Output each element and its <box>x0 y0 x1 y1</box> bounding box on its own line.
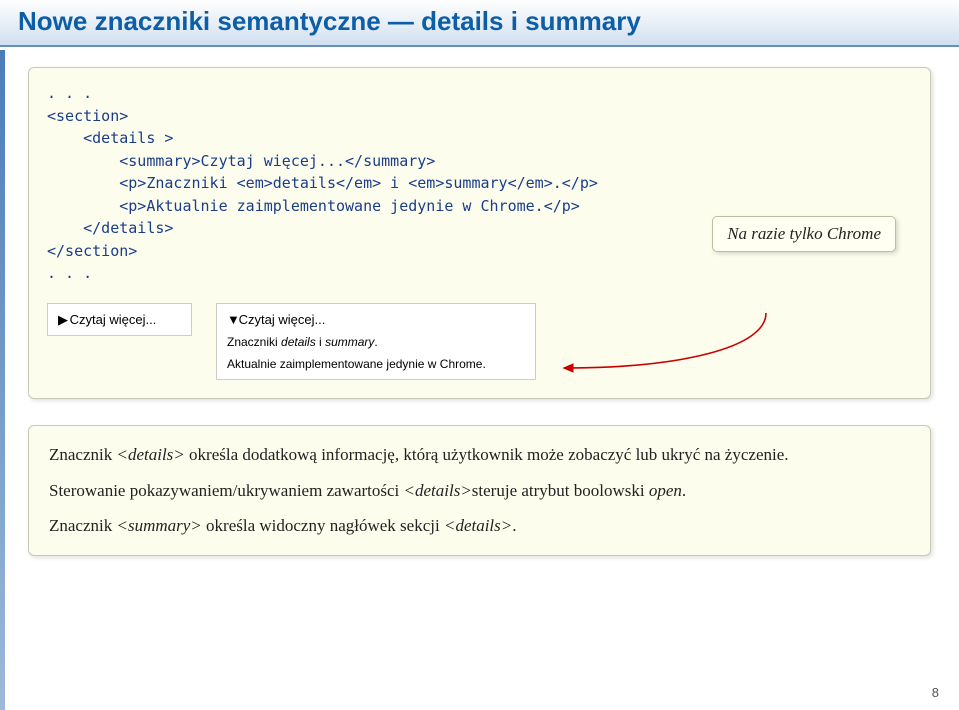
code-line: <p>Aktualnie zaimplementowane jedynie w … <box>47 197 580 215</box>
info-p2: Sterowanie pokazywaniem/ukrywaniem zawar… <box>49 478 910 504</box>
info-box: Znacznik <details> określa dodatkową inf… <box>28 425 931 556</box>
code-line: </section> <box>47 242 137 260</box>
slide-content: . . . <section> <details > <summary>Czyt… <box>0 47 959 556</box>
info-p1: Znacznik <details> określa dodatkową inf… <box>49 442 910 468</box>
demo-open-summary: ▼ Czytaj więcej... <box>227 312 325 327</box>
demo-closed-label: Czytaj więcej... <box>70 312 157 327</box>
code-line: </details> <box>47 219 173 237</box>
demo-row: ▶ Czytaj więcej... ▼ Czytaj więcej... Zn… <box>47 303 912 381</box>
code-line: <section> <box>47 107 128 125</box>
note-text: Na razie tylko Chrome <box>727 224 881 243</box>
chrome-note: Na razie tylko Chrome <box>712 216 896 252</box>
page-number: 8 <box>932 685 939 700</box>
demo-open-label: Czytaj więcej... <box>239 312 326 327</box>
slide-title: Nowe znaczniki semantyczne — details i s… <box>18 6 941 37</box>
triangle-right-icon: ▶ <box>58 310 66 330</box>
demo-closed-summary: ▶ Czytaj więcej... <box>58 312 156 327</box>
info-p3: Znacznik <summary> określa widoczny nagł… <box>49 513 910 539</box>
code-example-box: . . . <section> <details > <summary>Czyt… <box>28 67 931 399</box>
slide-header: Nowe znaczniki semantyczne — details i s… <box>0 0 959 47</box>
code-line: . . . <box>47 84 92 102</box>
demo-closed: ▶ Czytaj więcej... <box>47 303 192 337</box>
demo-open: ▼ Czytaj więcej... Znaczniki details i s… <box>216 303 536 381</box>
code-line: <summary>Czytaj więcej...</summary> <box>47 152 435 170</box>
code-line: . . . <box>47 264 92 282</box>
code-line: <p>Znaczniki <em>details</em> i <em>summ… <box>47 174 598 192</box>
demo-open-p2: Aktualnie zaimplementowane jedynie w Chr… <box>227 355 525 373</box>
code-block: . . . <section> <details > <summary>Czyt… <box>47 82 912 285</box>
code-line: <details > <box>47 129 173 147</box>
demo-open-p1: Znaczniki details i summary. <box>227 333 525 351</box>
triangle-down-icon: ▼ <box>227 310 235 330</box>
side-stripe <box>0 50 5 710</box>
